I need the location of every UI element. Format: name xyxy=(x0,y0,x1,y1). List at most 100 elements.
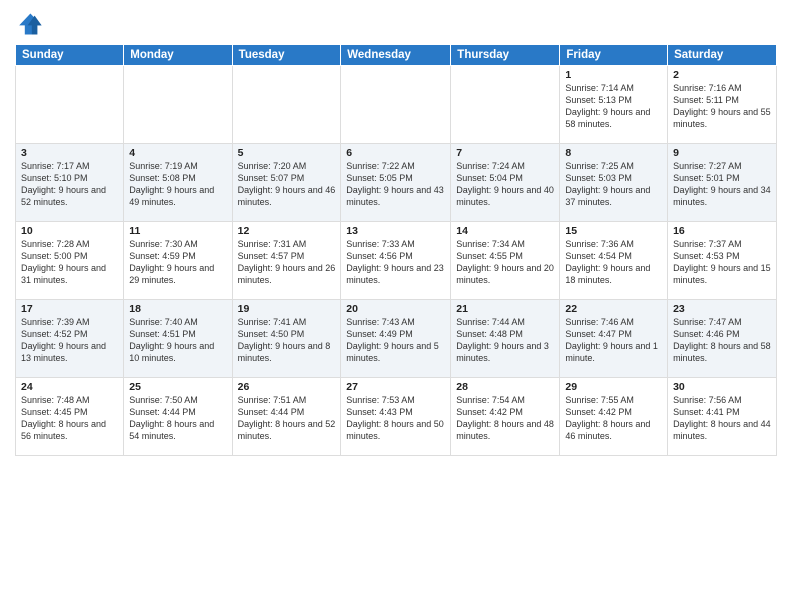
week-row-5: 24Sunrise: 7:48 AMSunset: 4:45 PMDayligh… xyxy=(16,378,777,456)
calendar-cell xyxy=(16,66,124,144)
weekday-header-monday: Monday xyxy=(124,45,232,66)
weekday-header-wednesday: Wednesday xyxy=(341,45,451,66)
week-row-2: 3Sunrise: 7:17 AMSunset: 5:10 PMDaylight… xyxy=(16,144,777,222)
day-info: Sunrise: 7:44 AMSunset: 4:48 PMDaylight:… xyxy=(456,316,554,365)
day-number: 9 xyxy=(673,147,771,159)
calendar-body: 1Sunrise: 7:14 AMSunset: 5:13 PMDaylight… xyxy=(16,66,777,456)
day-number: 4 xyxy=(129,147,226,159)
day-info: Sunrise: 7:39 AMSunset: 4:52 PMDaylight:… xyxy=(21,316,118,365)
calendar-cell: 21Sunrise: 7:44 AMSunset: 4:48 PMDayligh… xyxy=(451,300,560,378)
day-number: 6 xyxy=(346,147,445,159)
calendar-cell: 9Sunrise: 7:27 AMSunset: 5:01 PMDaylight… xyxy=(668,144,777,222)
day-info: Sunrise: 7:48 AMSunset: 4:45 PMDaylight:… xyxy=(21,394,118,443)
day-number: 19 xyxy=(238,303,336,315)
calendar-cell: 15Sunrise: 7:36 AMSunset: 4:54 PMDayligh… xyxy=(560,222,668,300)
calendar-cell: 11Sunrise: 7:30 AMSunset: 4:59 PMDayligh… xyxy=(124,222,232,300)
weekday-header-tuesday: Tuesday xyxy=(232,45,341,66)
day-info: Sunrise: 7:47 AMSunset: 4:46 PMDaylight:… xyxy=(673,316,771,365)
day-number: 26 xyxy=(238,381,336,393)
calendar-cell: 10Sunrise: 7:28 AMSunset: 5:00 PMDayligh… xyxy=(16,222,124,300)
day-info: Sunrise: 7:30 AMSunset: 4:59 PMDaylight:… xyxy=(129,238,226,287)
day-info: Sunrise: 7:28 AMSunset: 5:00 PMDaylight:… xyxy=(21,238,118,287)
day-info: Sunrise: 7:14 AMSunset: 5:13 PMDaylight:… xyxy=(565,82,662,131)
day-info: Sunrise: 7:25 AMSunset: 5:03 PMDaylight:… xyxy=(565,160,662,209)
day-number: 21 xyxy=(456,303,554,315)
day-info: Sunrise: 7:37 AMSunset: 4:53 PMDaylight:… xyxy=(673,238,771,287)
calendar-cell: 24Sunrise: 7:48 AMSunset: 4:45 PMDayligh… xyxy=(16,378,124,456)
calendar-cell: 26Sunrise: 7:51 AMSunset: 4:44 PMDayligh… xyxy=(232,378,341,456)
calendar-cell: 18Sunrise: 7:40 AMSunset: 4:51 PMDayligh… xyxy=(124,300,232,378)
day-number: 5 xyxy=(238,147,336,159)
week-row-1: 1Sunrise: 7:14 AMSunset: 5:13 PMDaylight… xyxy=(16,66,777,144)
calendar-cell: 19Sunrise: 7:41 AMSunset: 4:50 PMDayligh… xyxy=(232,300,341,378)
calendar-cell: 22Sunrise: 7:46 AMSunset: 4:47 PMDayligh… xyxy=(560,300,668,378)
calendar-cell: 17Sunrise: 7:39 AMSunset: 4:52 PMDayligh… xyxy=(16,300,124,378)
day-number: 23 xyxy=(673,303,771,315)
calendar-cell: 12Sunrise: 7:31 AMSunset: 4:57 PMDayligh… xyxy=(232,222,341,300)
calendar-cell xyxy=(232,66,341,144)
weekday-header-friday: Friday xyxy=(560,45,668,66)
day-info: Sunrise: 7:51 AMSunset: 4:44 PMDaylight:… xyxy=(238,394,336,443)
day-info: Sunrise: 7:22 AMSunset: 5:05 PMDaylight:… xyxy=(346,160,445,209)
calendar-cell: 5Sunrise: 7:20 AMSunset: 5:07 PMDaylight… xyxy=(232,144,341,222)
calendar-cell: 13Sunrise: 7:33 AMSunset: 4:56 PMDayligh… xyxy=(341,222,451,300)
logo xyxy=(15,10,47,38)
calendar-cell: 23Sunrise: 7:47 AMSunset: 4:46 PMDayligh… xyxy=(668,300,777,378)
calendar-cell: 27Sunrise: 7:53 AMSunset: 4:43 PMDayligh… xyxy=(341,378,451,456)
day-info: Sunrise: 7:43 AMSunset: 4:49 PMDaylight:… xyxy=(346,316,445,365)
day-info: Sunrise: 7:16 AMSunset: 5:11 PMDaylight:… xyxy=(673,82,771,131)
day-info: Sunrise: 7:56 AMSunset: 4:41 PMDaylight:… xyxy=(673,394,771,443)
day-number: 8 xyxy=(565,147,662,159)
day-info: Sunrise: 7:55 AMSunset: 4:42 PMDaylight:… xyxy=(565,394,662,443)
day-number: 13 xyxy=(346,225,445,237)
weekday-header-thursday: Thursday xyxy=(451,45,560,66)
day-info: Sunrise: 7:41 AMSunset: 4:50 PMDaylight:… xyxy=(238,316,336,365)
day-info: Sunrise: 7:53 AMSunset: 4:43 PMDaylight:… xyxy=(346,394,445,443)
calendar-cell xyxy=(341,66,451,144)
day-number: 15 xyxy=(565,225,662,237)
day-number: 11 xyxy=(129,225,226,237)
header xyxy=(15,10,777,38)
calendar-cell xyxy=(124,66,232,144)
day-number: 28 xyxy=(456,381,554,393)
calendar-cell: 14Sunrise: 7:34 AMSunset: 4:55 PMDayligh… xyxy=(451,222,560,300)
calendar-cell: 29Sunrise: 7:55 AMSunset: 4:42 PMDayligh… xyxy=(560,378,668,456)
calendar-cell: 20Sunrise: 7:43 AMSunset: 4:49 PMDayligh… xyxy=(341,300,451,378)
day-info: Sunrise: 7:40 AMSunset: 4:51 PMDaylight:… xyxy=(129,316,226,365)
day-number: 25 xyxy=(129,381,226,393)
calendar-cell: 2Sunrise: 7:16 AMSunset: 5:11 PMDaylight… xyxy=(668,66,777,144)
day-info: Sunrise: 7:17 AMSunset: 5:10 PMDaylight:… xyxy=(21,160,118,209)
day-info: Sunrise: 7:24 AMSunset: 5:04 PMDaylight:… xyxy=(456,160,554,209)
calendar-cell: 1Sunrise: 7:14 AMSunset: 5:13 PMDaylight… xyxy=(560,66,668,144)
calendar-cell: 8Sunrise: 7:25 AMSunset: 5:03 PMDaylight… xyxy=(560,144,668,222)
day-number: 17 xyxy=(21,303,118,315)
day-number: 1 xyxy=(565,69,662,81)
day-number: 30 xyxy=(673,381,771,393)
weekday-header-sunday: Sunday xyxy=(16,45,124,66)
page: SundayMondayTuesdayWednesdayThursdayFrid… xyxy=(0,0,792,612)
weekday-header-saturday: Saturday xyxy=(668,45,777,66)
calendar-cell xyxy=(451,66,560,144)
calendar-cell: 3Sunrise: 7:17 AMSunset: 5:10 PMDaylight… xyxy=(16,144,124,222)
calendar-cell: 7Sunrise: 7:24 AMSunset: 5:04 PMDaylight… xyxy=(451,144,560,222)
week-row-3: 10Sunrise: 7:28 AMSunset: 5:00 PMDayligh… xyxy=(16,222,777,300)
week-row-4: 17Sunrise: 7:39 AMSunset: 4:52 PMDayligh… xyxy=(16,300,777,378)
day-number: 10 xyxy=(21,225,118,237)
day-info: Sunrise: 7:54 AMSunset: 4:42 PMDaylight:… xyxy=(456,394,554,443)
day-number: 27 xyxy=(346,381,445,393)
day-number: 24 xyxy=(21,381,118,393)
day-number: 20 xyxy=(346,303,445,315)
calendar-cell: 4Sunrise: 7:19 AMSunset: 5:08 PMDaylight… xyxy=(124,144,232,222)
day-info: Sunrise: 7:19 AMSunset: 5:08 PMDaylight:… xyxy=(129,160,226,209)
day-info: Sunrise: 7:33 AMSunset: 4:56 PMDaylight:… xyxy=(346,238,445,287)
day-number: 16 xyxy=(673,225,771,237)
calendar-cell: 16Sunrise: 7:37 AMSunset: 4:53 PMDayligh… xyxy=(668,222,777,300)
day-number: 22 xyxy=(565,303,662,315)
day-info: Sunrise: 7:31 AMSunset: 4:57 PMDaylight:… xyxy=(238,238,336,287)
day-number: 2 xyxy=(673,69,771,81)
day-info: Sunrise: 7:46 AMSunset: 4:47 PMDaylight:… xyxy=(565,316,662,365)
day-number: 12 xyxy=(238,225,336,237)
calendar-cell: 28Sunrise: 7:54 AMSunset: 4:42 PMDayligh… xyxy=(451,378,560,456)
day-info: Sunrise: 7:27 AMSunset: 5:01 PMDaylight:… xyxy=(673,160,771,209)
calendar-cell: 30Sunrise: 7:56 AMSunset: 4:41 PMDayligh… xyxy=(668,378,777,456)
